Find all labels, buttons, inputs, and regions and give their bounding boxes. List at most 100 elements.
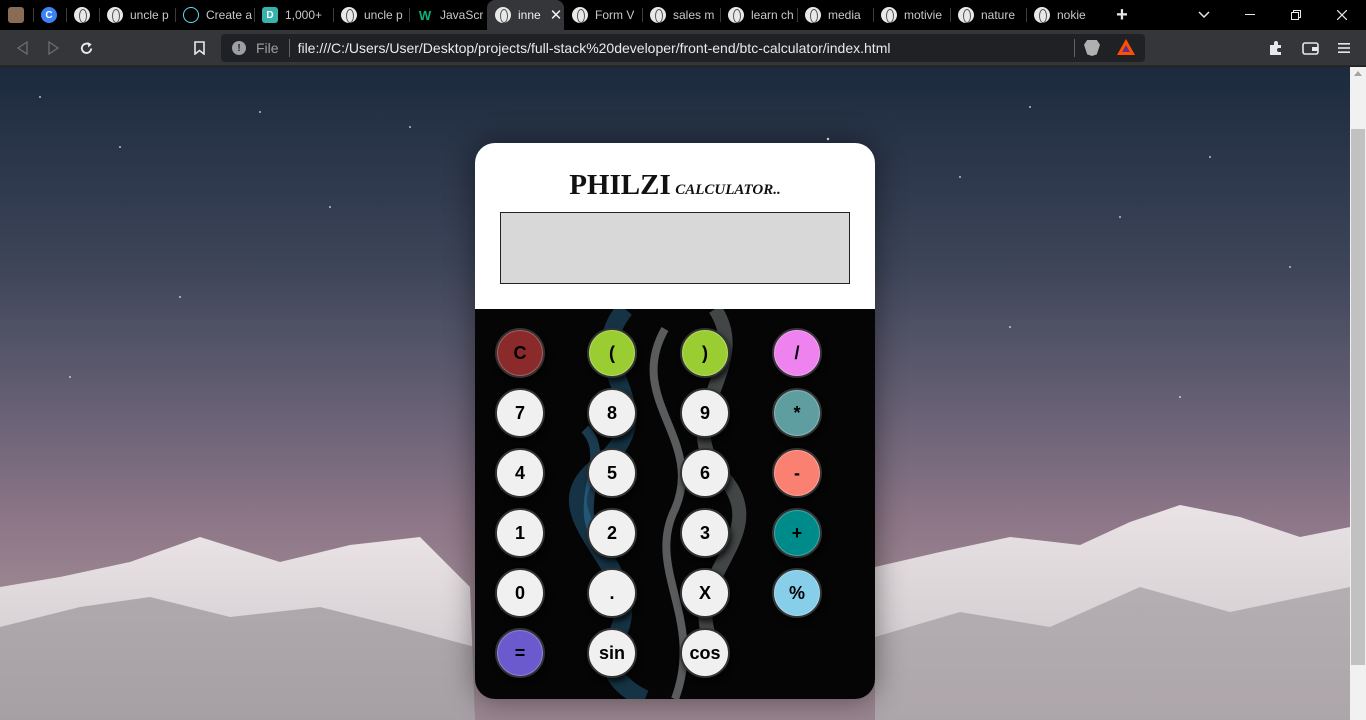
browser-tab[interactable]: sales m [642, 0, 720, 30]
tab-title: uncle p [130, 8, 169, 22]
calculator: PHILZI CALCULATOR.. C () / 7 8 9 * 4 5 6- 1 2 3 +0. X%… [475, 143, 875, 699]
tab-title: Form V [595, 8, 635, 22]
calculator-subtitle: CALCULATOR.. [675, 182, 781, 198]
calculator-display[interactable] [500, 212, 850, 284]
calc-key[interactable]: . [587, 568, 637, 618]
calc-key[interactable]: 1 [495, 508, 545, 558]
calc-key[interactable]: - [772, 448, 822, 498]
address-bar[interactable]: ! File file:///C:/Users/User/Desktop/pro… [221, 34, 1145, 62]
page-viewport: PHILZI CALCULATOR.. C () / 7 8 9 * 4 5 6- 1 2 3 +0. X%… [0, 67, 1350, 720]
browser-tab[interactable]: Create a [175, 0, 254, 30]
browser-tab[interactable]: nokie [1026, 0, 1102, 30]
scheme-label: File [256, 40, 279, 56]
browser-tab[interactable]: Form V [564, 0, 642, 30]
browser-toolbar: ! File file:///C:/Users/User/Desktop/pro… [0, 30, 1366, 66]
wallet-button[interactable] [1297, 35, 1323, 61]
calc-key[interactable]: 5 [587, 448, 637, 498]
calculator-keypad: C () / 7 8 9 * 4 5 6- 1 2 3 +0. X% = sin cos [475, 309, 875, 699]
chevron-down-icon [1198, 11, 1210, 19]
restore-button[interactable] [1276, 0, 1316, 30]
bookmark-button[interactable] [186, 35, 212, 61]
forward-arrow-icon [48, 41, 60, 55]
reload-button[interactable] [73, 35, 99, 61]
scrollbar-thumb[interactable] [1351, 129, 1365, 665]
calc-key[interactable]: cos [680, 628, 730, 678]
hamburger-menu-icon [1338, 43, 1350, 53]
reload-icon [80, 41, 92, 54]
browser-tab[interactable]: motivie [873, 0, 950, 30]
calc-key[interactable]: 4 [495, 448, 545, 498]
close-window-button[interactable] [1322, 0, 1362, 30]
tab-title: inne [518, 8, 541, 22]
calculator-title: PHILZI [569, 169, 671, 201]
calc-key[interactable]: 3 [680, 508, 730, 558]
minimize-button[interactable] [1230, 0, 1270, 30]
tab-title: JavaScr [440, 8, 484, 22]
globe-icon [495, 7, 511, 23]
browser-tab[interactable]: C [33, 0, 66, 30]
browser-tab[interactable]: learn ch [720, 0, 797, 30]
browser-tab[interactable]: D 1,000+ [254, 0, 333, 30]
tab-title: 1,000+ [285, 8, 323, 22]
c-logo-icon: C [41, 7, 57, 23]
browser-tab[interactable]: W JavaScr [409, 0, 487, 30]
browser-tab[interactable]: inne ✕ [487, 0, 564, 30]
calc-key[interactable]: 6 [680, 448, 730, 498]
calc-key[interactable]: 9 [680, 388, 730, 438]
calc-key[interactable]: 2 [587, 508, 637, 558]
info-icon[interactable]: ! [232, 41, 246, 55]
calc-key[interactable]: C [495, 328, 545, 378]
brave-shields-icon[interactable] [1084, 40, 1100, 56]
tab-search-button[interactable] [1184, 0, 1224, 30]
globe-icon [74, 7, 90, 23]
tab-title: learn ch [751, 8, 794, 22]
back-button[interactable] [9, 35, 35, 61]
calc-key[interactable]: 7 [495, 388, 545, 438]
minimize-icon [1245, 14, 1255, 15]
calc-key[interactable]: = [495, 628, 545, 678]
tab-title: sales m [673, 8, 715, 22]
bookmark-icon [193, 41, 205, 55]
calc-key[interactable]: X [680, 568, 730, 618]
browser-tab[interactable] [66, 0, 99, 30]
calc-key[interactable]: / [772, 328, 822, 378]
tab-title: Create a [206, 8, 253, 22]
close-tab-icon[interactable]: ✕ [550, 6, 563, 24]
tab-title: motivie [904, 8, 943, 22]
profile-photo-icon [8, 7, 24, 23]
tab-title: nature [981, 8, 1016, 22]
tab-strip: Cuncle p Create a D 1,000+ uncle p W JavaScr in… [0, 0, 1366, 30]
extensions-button[interactable] [1263, 35, 1289, 61]
browser-tab[interactable]: nature [950, 0, 1026, 30]
restore-icon [1291, 10, 1301, 20]
globe-icon [650, 7, 666, 23]
browser-tab[interactable]: uncle p [333, 0, 409, 30]
calc-key[interactable]: ) [680, 328, 730, 378]
globe-icon [107, 7, 123, 23]
calc-key[interactable]: sin [587, 628, 637, 678]
globe-icon [958, 7, 974, 23]
browser-tab[interactable] [0, 0, 33, 30]
plus-icon: + [1116, 3, 1128, 26]
globe-icon [881, 7, 897, 23]
url-text[interactable]: file:///C:/Users/User/Desktop/projects/f… [298, 40, 891, 56]
vertical-scrollbar[interactable] [1350, 67, 1366, 720]
back-arrow-icon [16, 41, 28, 55]
calc-key[interactable]: + [772, 508, 822, 558]
menu-button[interactable] [1331, 35, 1357, 61]
forward-button[interactable] [41, 35, 67, 61]
calc-key[interactable]: * [772, 388, 822, 438]
address-divider [288, 39, 290, 57]
calc-key[interactable]: % [772, 568, 822, 618]
close-icon [1337, 10, 1347, 20]
calc-key[interactable]: 0 [495, 568, 545, 618]
browser-tab[interactable]: uncle p [99, 0, 175, 30]
scroll-up-arrow-icon[interactable] [1354, 71, 1362, 76]
new-tab-button[interactable]: + [1102, 0, 1142, 30]
browser-tab[interactable]: media [797, 0, 873, 30]
calc-key[interactable]: ( [587, 328, 637, 378]
puzzle-icon [1270, 41, 1281, 55]
brave-rewards-icon[interactable] [1117, 39, 1135, 55]
tab-title: uncle p [364, 8, 403, 22]
calc-key[interactable]: 8 [587, 388, 637, 438]
